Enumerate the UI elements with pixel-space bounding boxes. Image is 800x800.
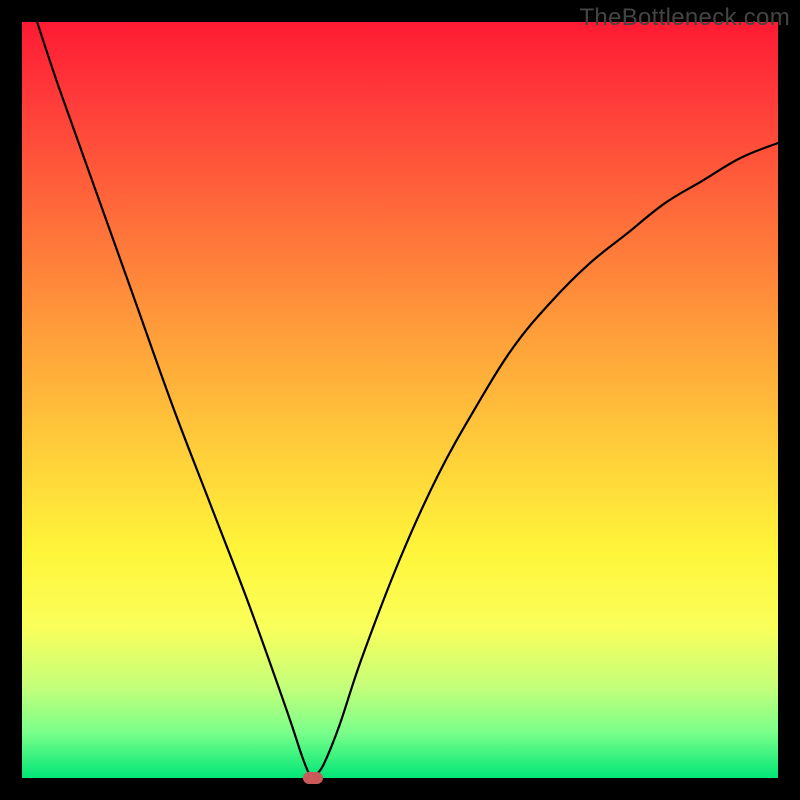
gradient-plot-area bbox=[22, 22, 778, 778]
optimum-marker bbox=[303, 772, 323, 784]
watermark-text: TheBottleneck.com bbox=[579, 4, 790, 32]
